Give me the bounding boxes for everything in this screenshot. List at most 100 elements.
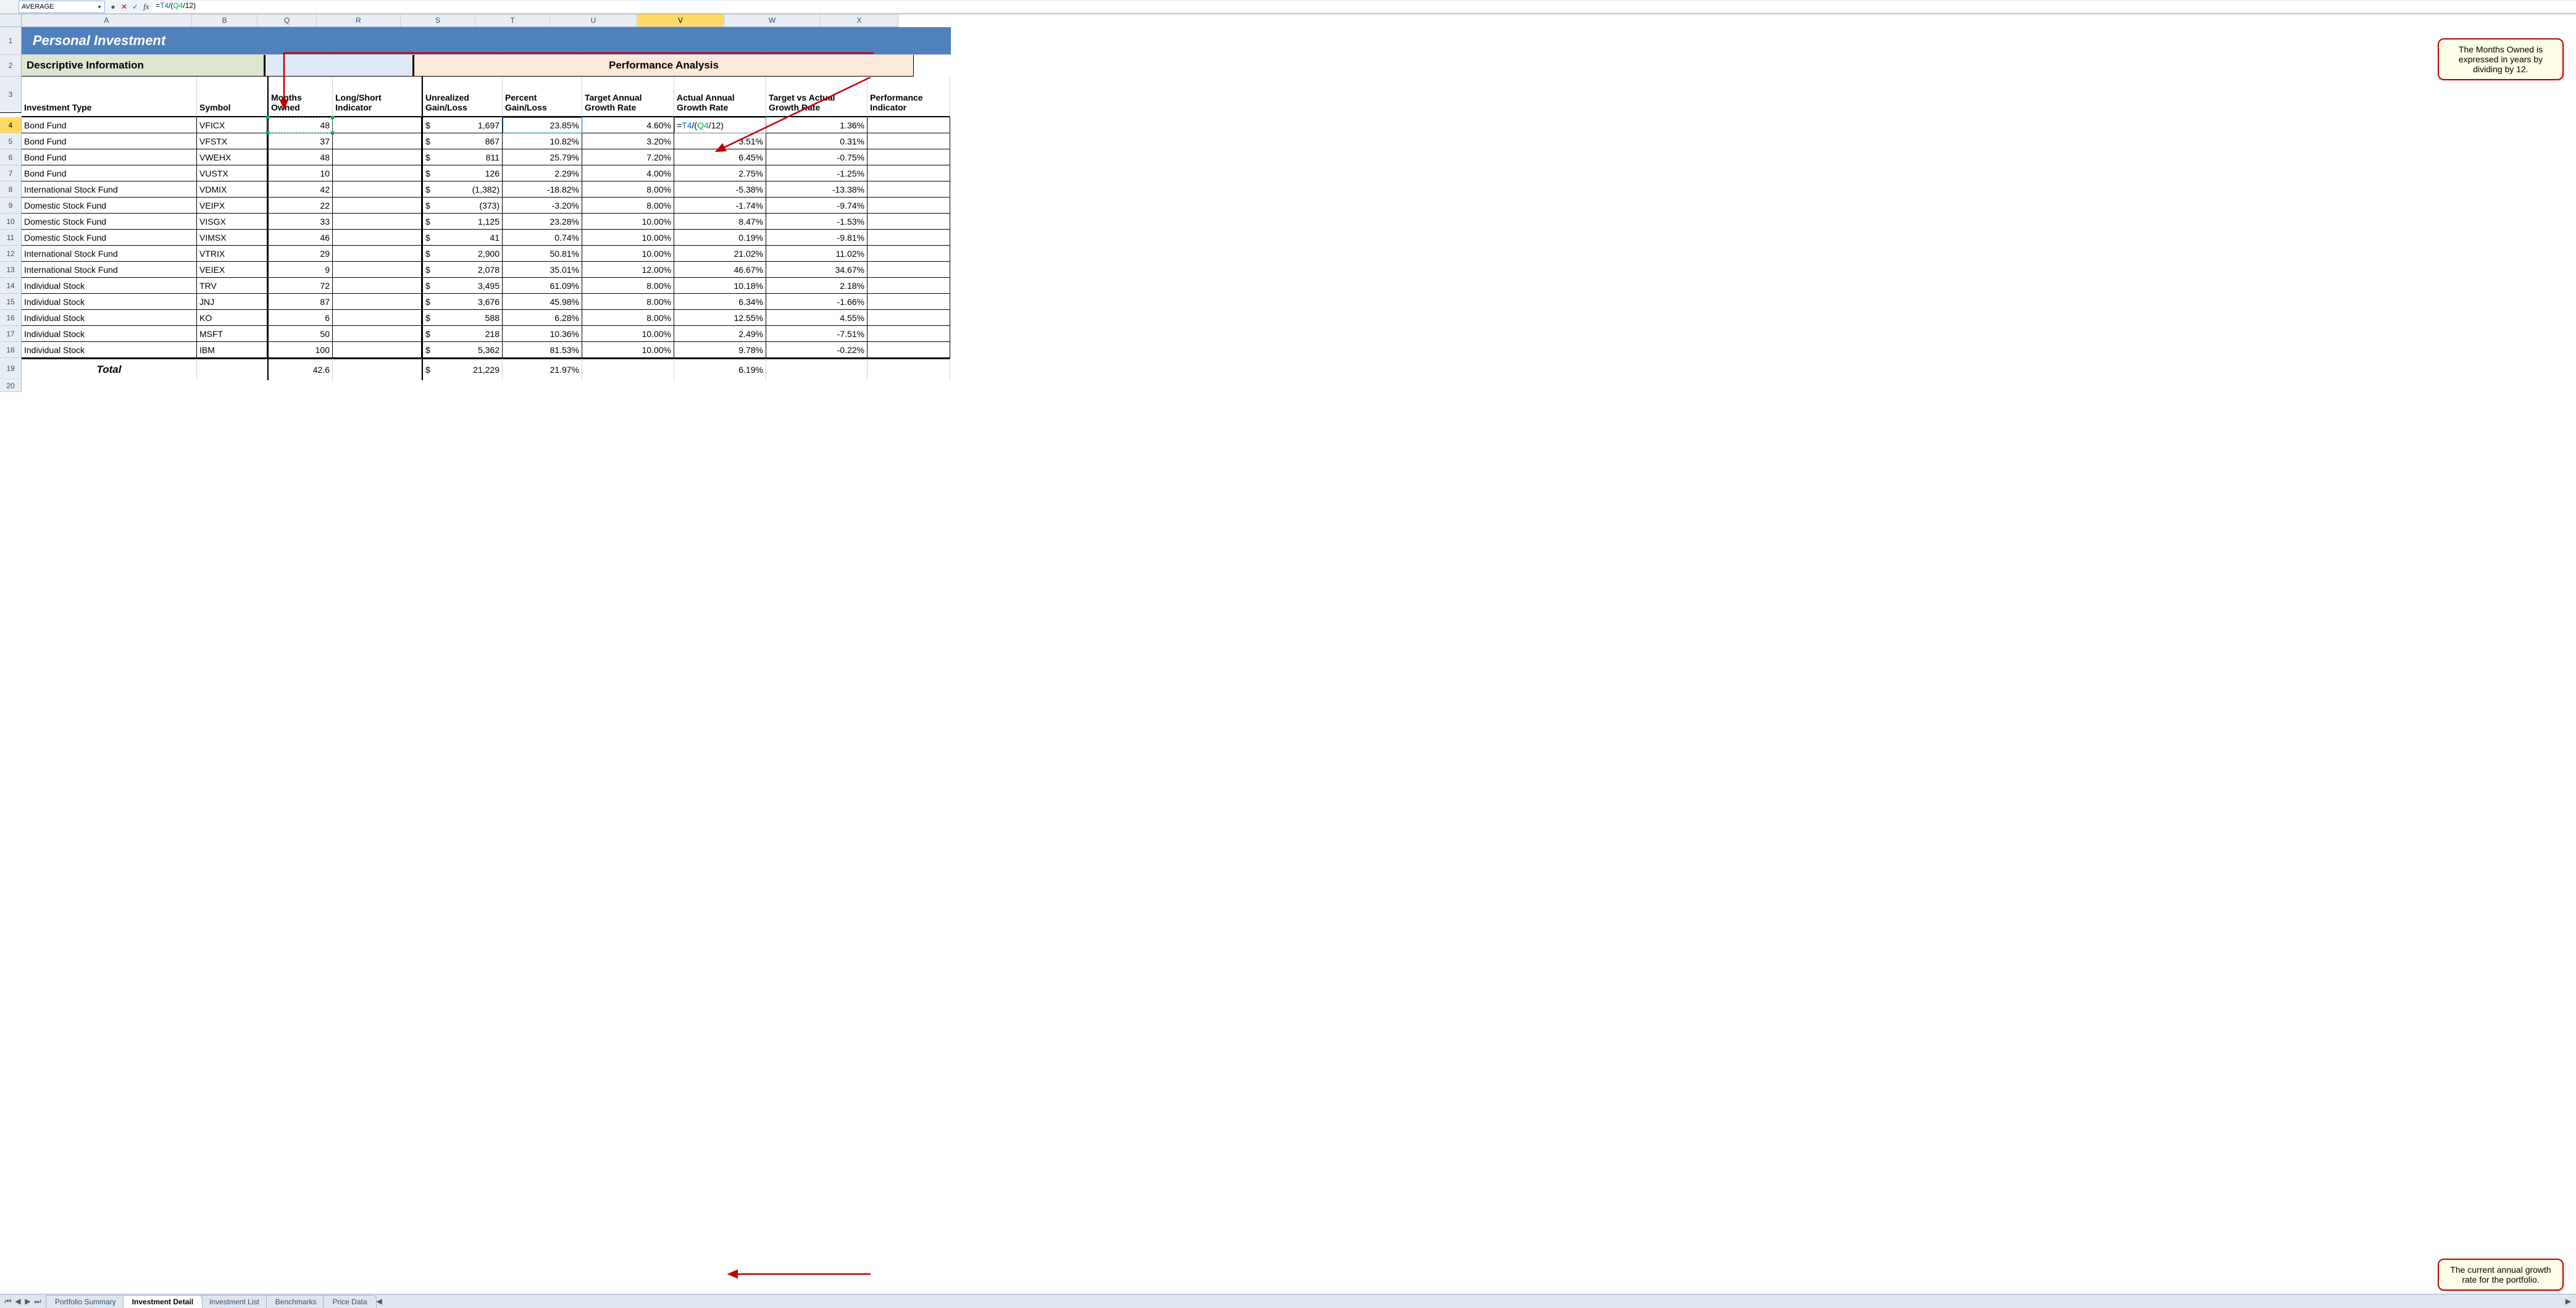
cell-10-X[interactable] [868, 214, 950, 230]
cell-13-U[interactable]: 12.00% [582, 262, 674, 278]
row-header-15[interactable]: 15 [0, 294, 22, 310]
cell-6-S[interactable]: $811 [422, 149, 503, 165]
col-label-T[interactable]: Percent Gain/Loss [503, 77, 582, 117]
cell-13-V[interactable]: 46.67% [674, 262, 766, 278]
cell-6-Q[interactable]: 48 [267, 149, 333, 165]
cell-6-W[interactable]: -0.75% [766, 149, 868, 165]
row-header-3[interactable]: 3 [0, 77, 22, 113]
cell-1-U[interactable] [583, 27, 675, 55]
fx-icon[interactable]: fx [141, 1, 152, 12]
cell-11-S[interactable]: $41 [422, 230, 503, 246]
row-header-4[interactable]: 4 [0, 117, 22, 133]
sheet-tab-investment-list[interactable]: Investment List [200, 1295, 269, 1308]
cell-17-V[interactable]: 2.49% [674, 326, 766, 342]
name-box-dropdown-icon[interactable]: ▼ [97, 4, 102, 10]
row-header-8[interactable]: 8 [0, 181, 22, 198]
cell-17-W[interactable]: -7.51% [766, 326, 868, 342]
cell-14-U[interactable]: 8.00% [582, 278, 674, 294]
total-label[interactable]: Total [22, 358, 197, 380]
cell-14-Q[interactable]: 72 [267, 278, 333, 294]
sheet-tab-investment-detail[interactable]: Investment Detail [123, 1295, 203, 1308]
cell-11-A[interactable]: Domestic Stock Fund [22, 230, 197, 246]
cell-15-W[interactable]: -1.66% [766, 294, 868, 310]
cell-17-T[interactable]: 10.36% [503, 326, 582, 342]
cell-16-R[interactable] [333, 310, 422, 326]
col-label-S[interactable]: Unrealized Gain/Loss [422, 77, 503, 117]
cell-15-T[interactable]: 45.98% [503, 294, 582, 310]
cell-16-V[interactable]: 12.55% [674, 310, 766, 326]
cell-7-W[interactable]: -1.25% [766, 165, 868, 181]
cell-10-U[interactable]: 10.00% [582, 214, 674, 230]
cell-9-B[interactable]: VEIPX [197, 198, 267, 214]
cell-13-X[interactable] [868, 262, 950, 278]
cell-5-U[interactable]: 3.20% [582, 133, 674, 149]
cell-8-S[interactable]: $(1,382) [422, 181, 503, 198]
cell-14-S[interactable]: $3,495 [422, 278, 503, 294]
cell-10-B[interactable]: VISGX [197, 214, 267, 230]
cell-12-R[interactable] [333, 246, 422, 262]
col-header-B[interactable]: B [192, 14, 257, 27]
col-label-R[interactable]: Long/Short Indicator [333, 77, 422, 117]
cell-17-S[interactable]: $218 [422, 326, 503, 342]
cell-11-B[interactable]: VIMSX [197, 230, 267, 246]
cell-1-Q[interactable] [270, 27, 335, 55]
cell-4-S[interactable]: $1,697 [422, 117, 503, 133]
cell-5-R[interactable] [333, 133, 422, 149]
cell-5-Q[interactable]: 37 [267, 133, 333, 149]
formula-input[interactable]: =T4/(Q4/12) [152, 1, 2576, 12]
cell-1-S[interactable] [424, 27, 503, 55]
row-header-17[interactable]: 17 [0, 326, 22, 342]
cell-18-B[interactable]: IBM [197, 342, 267, 358]
blank-header[interactable] [264, 55, 413, 77]
cell-1-V[interactable] [675, 27, 767, 55]
cell-18-S[interactable]: $5,362 [422, 342, 503, 358]
row-header-11[interactable]: 11 [0, 230, 22, 246]
cell-14-V[interactable]: 10.18% [674, 278, 766, 294]
cell-15-R[interactable] [333, 294, 422, 310]
cell-8-R[interactable] [333, 181, 422, 198]
cell-6-U[interactable]: 7.20% [582, 149, 674, 165]
row-header-9[interactable]: 9 [0, 198, 22, 214]
cell-11-V[interactable]: 0.19% [674, 230, 766, 246]
cell-16-T[interactable]: 6.28% [503, 310, 582, 326]
row-header-6[interactable]: 6 [0, 149, 22, 165]
cell-4-R[interactable] [333, 117, 422, 133]
cell-15-Q[interactable]: 87 [267, 294, 333, 310]
cell-5-X[interactable] [868, 133, 950, 149]
cell-19-X[interactable] [868, 358, 950, 380]
cell-12-B[interactable]: VTRIX [197, 246, 267, 262]
cell-9-Q[interactable]: 22 [267, 198, 333, 214]
col-label-W[interactable]: Target vs Actual Growth Rate [766, 77, 868, 117]
cell-13-W[interactable]: 34.67% [766, 262, 868, 278]
cell-16-U[interactable]: 8.00% [582, 310, 674, 326]
cell-12-V[interactable]: 21.02% [674, 246, 766, 262]
row-header-12[interactable]: 12 [0, 246, 22, 262]
cell-16-W[interactable]: 4.55% [766, 310, 868, 326]
cell-15-B[interactable]: JNJ [197, 294, 267, 310]
cell-16-A[interactable]: Individual Stock [22, 310, 197, 326]
cell-8-U[interactable]: 8.00% [582, 181, 674, 198]
cell-10-W[interactable]: -1.53% [766, 214, 868, 230]
cell-12-T[interactable]: 50.81% [503, 246, 582, 262]
sheet-tab-benchmarks[interactable]: Benchmarks [266, 1295, 326, 1308]
col-header-T[interactable]: T [475, 14, 550, 27]
cell-9-W[interactable]: -9.74% [766, 198, 868, 214]
cell-8-W[interactable]: -13.38% [766, 181, 868, 198]
cell-16-S[interactable]: $588 [422, 310, 503, 326]
cell-8-V[interactable]: -5.38% [674, 181, 766, 198]
row-header-13[interactable]: 13 [0, 262, 22, 278]
cell-18-V[interactable]: 9.78% [674, 342, 766, 358]
sheet-tab-price-data[interactable]: Price Data [323, 1295, 376, 1308]
cell-19-U[interactable] [582, 358, 674, 380]
cell-15-X[interactable] [868, 294, 950, 310]
cell-18-Q[interactable]: 100 [267, 342, 333, 358]
cell-14-A[interactable]: Individual Stock [22, 278, 197, 294]
row-header-10[interactable]: 10 [0, 214, 22, 230]
col-label-A[interactable]: Investment Type [22, 77, 197, 117]
cell-6-A[interactable]: Bond Fund [22, 149, 197, 165]
tab-prev-icon[interactable]: ◀ [14, 1297, 22, 1306]
col-label-X[interactable]: Performance Indicator [868, 77, 950, 117]
row-header-7[interactable]: 7 [0, 165, 22, 181]
cell-17-R[interactable] [333, 326, 422, 342]
cell-12-X[interactable] [868, 246, 950, 262]
